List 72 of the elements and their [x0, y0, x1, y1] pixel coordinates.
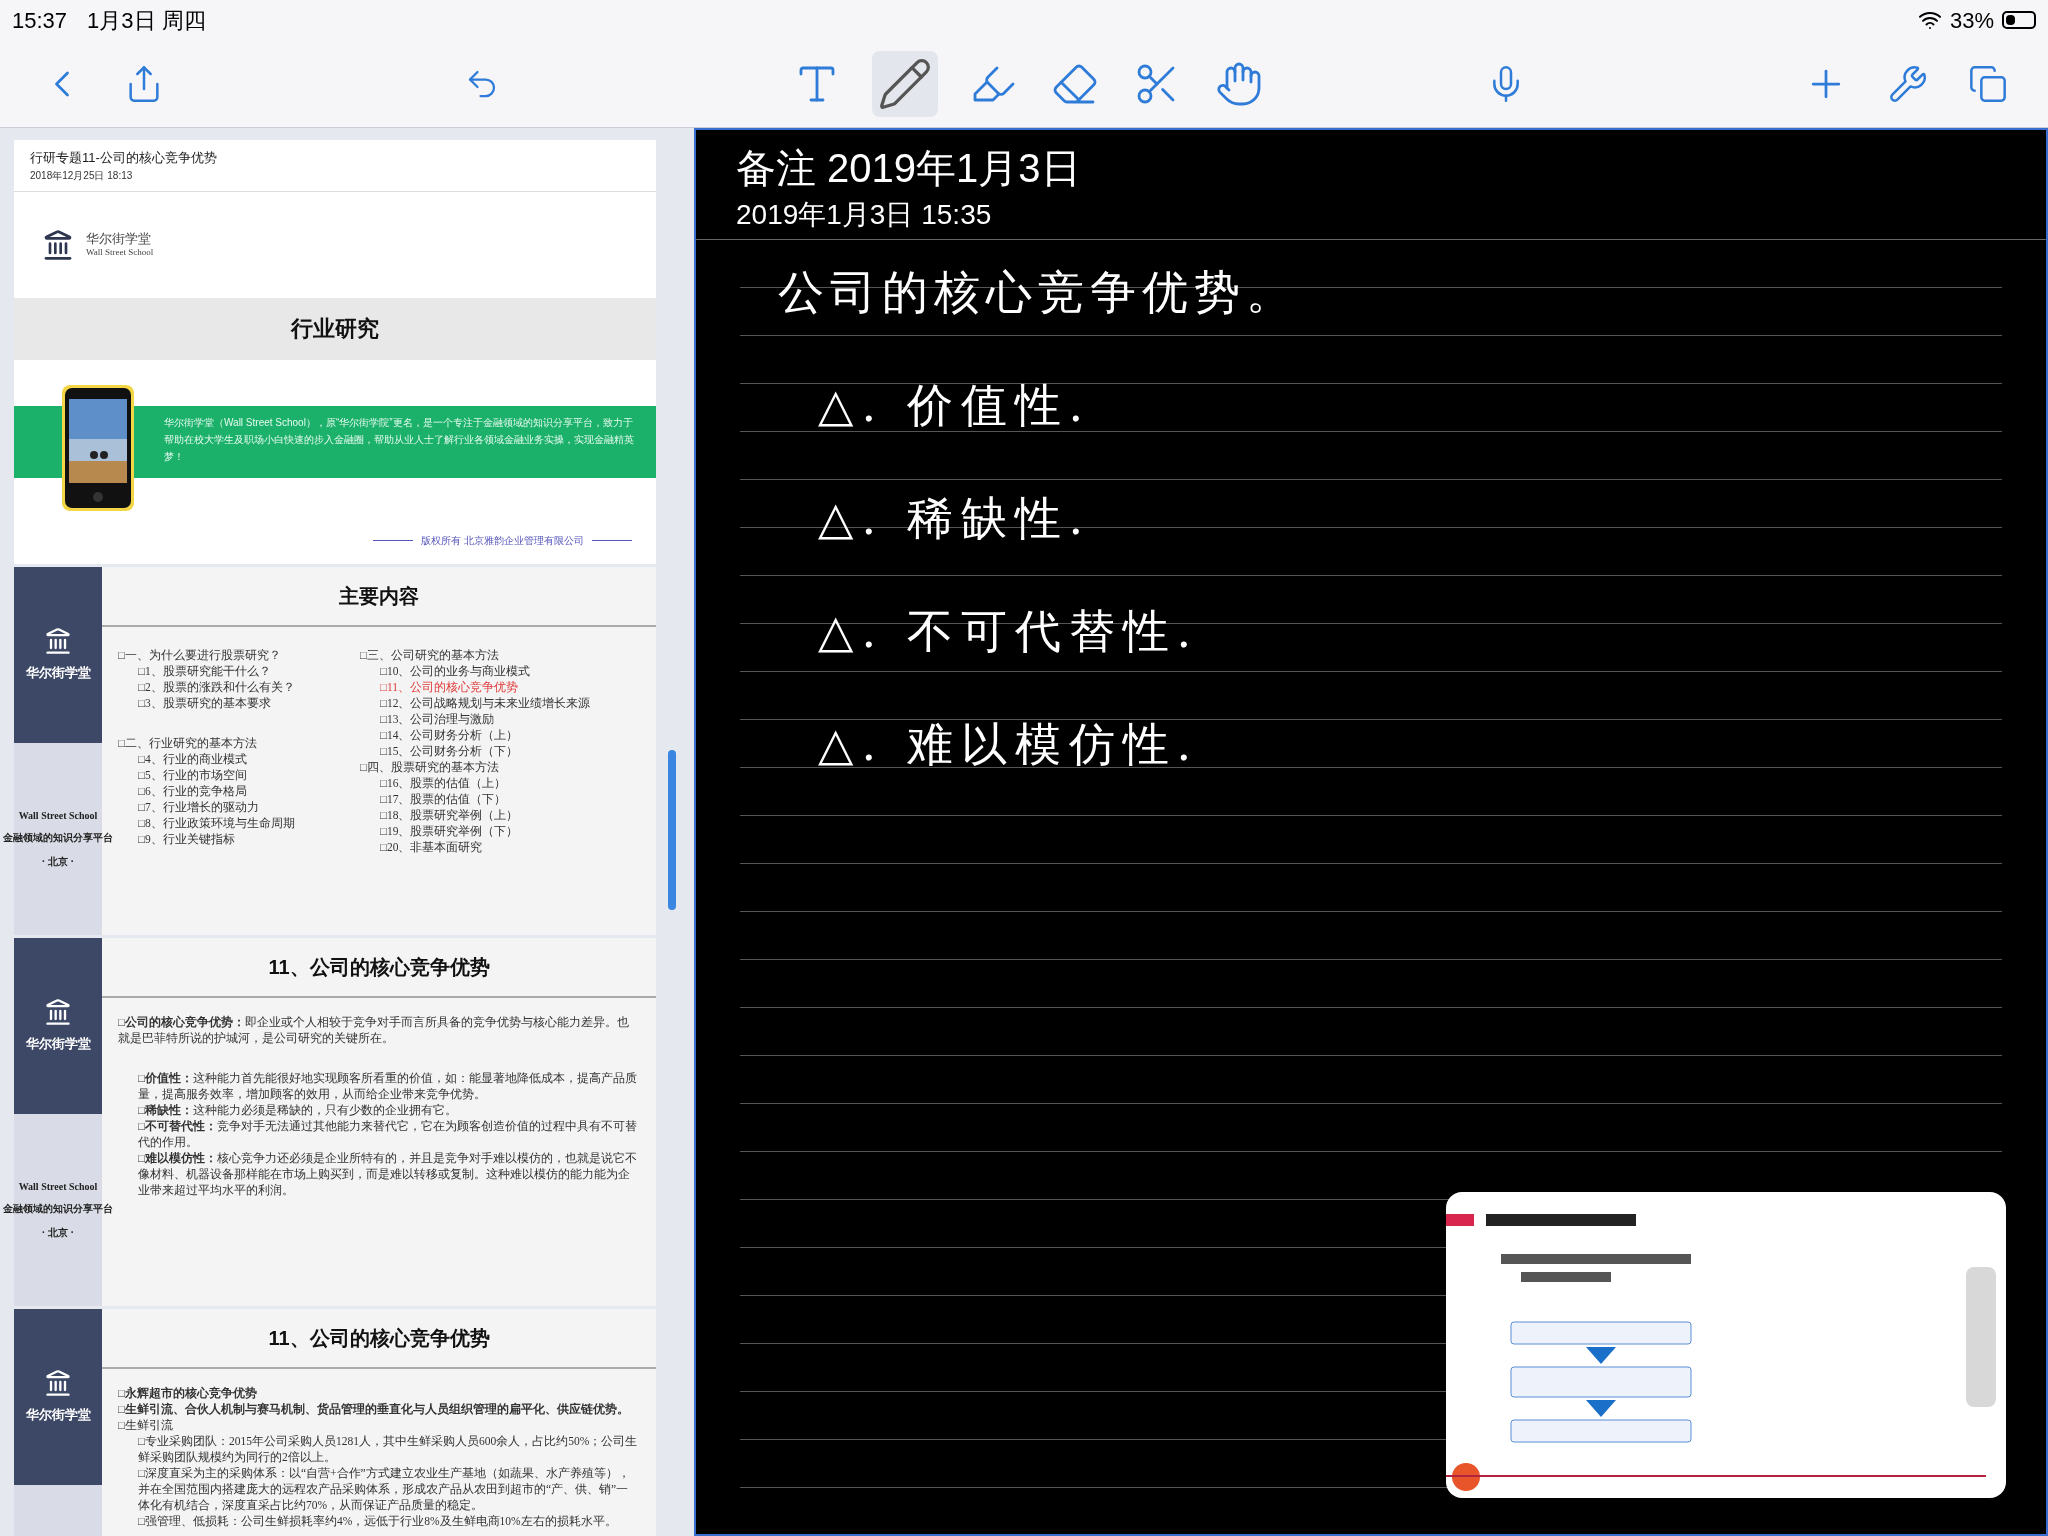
slide-paragraph: □不可替代性：竞争对手无法通过其他能力来替代它，它在为顾客创造价值的过程中具有不可替代的作用。: [137, 1118, 638, 1150]
slide-paragraph: □强管理、低损耗：公司生鲜损耗率约4%，远低于行业8%及生鲜电商10%左右的损耗水平。: [137, 1513, 618, 1529]
contents-item: □12、公司战略规划与未来业绩增长来源: [379, 695, 592, 711]
contents-item: □13、公司治理与激励: [379, 711, 496, 727]
school-english-name: Wall Street School: [18, 1180, 98, 1195]
slide-paragraph: □价值性：这种能力首先能很好地实现顾客所看重的价值，如：能显著地降低成本，提高产品质量，提高服务效率，增加顾客的效用，从而给企业带来竞争优势。: [137, 1070, 638, 1102]
slide-heading: 11、公司的核心竞争优势: [102, 937, 656, 998]
contents-item: □20、非基本面研究: [379, 839, 484, 855]
city: · 北京 ·: [41, 854, 75, 869]
contents-item: □9、行业关键指标: [137, 831, 236, 847]
slide-paragraph: □稀缺性：这种能力必须是稀缺的，只有少数的企业拥有它。: [137, 1102, 458, 1118]
contents-item: □11、公司的核心竞争优势: [379, 679, 520, 695]
copyright-text: 版权所有 北京雅韵企业管理有限公司: [421, 533, 584, 548]
building-icon: [44, 997, 72, 1026]
school-name: 华尔街学堂: [25, 1034, 91, 1053]
contents-item: □7、行业增长的驱动力: [137, 799, 260, 815]
building-icon: [44, 1368, 72, 1397]
slide-heading: 11、公司的核心竞争优势: [102, 1308, 656, 1369]
contents-item: □4、行业的商业模式: [137, 751, 248, 767]
pencil-tool[interactable]: [872, 50, 938, 117]
contents-section: □三、公司研究的基本方法: [360, 646, 640, 663]
slide-paragraph: □永辉超市的核心竞争优势: [118, 1385, 258, 1401]
building-icon: [42, 228, 74, 261]
slide-paragraph: □专业采购团队：2015年公司采购人员1281人，其中生鲜采购人员600余人，占比约50%；公司生鲜采购团队规模约为同行的2倍以上。: [137, 1433, 639, 1465]
contents-section: □二、行业研究的基本方法: [118, 734, 348, 751]
contents-section: □四、股票研究的基本方法: [360, 758, 640, 775]
document-date: 2018年12月25日 18:13: [30, 168, 134, 183]
contents-item: □10、公司的业务与商业模式: [379, 663, 532, 679]
handwritten-item: △. 价值性.: [817, 377, 1093, 434]
contents-item: □14、公司财务分析（上）: [379, 727, 520, 743]
contents-item: □15、公司财务分析（下）: [379, 743, 520, 759]
slide-paragraph: □公司的核心竞争优势：即企业或个人相较于竞争对手而言所具备的竞争优势与核心能力差异。也就是巴菲特所说的护城河，是公司研究的关键所在。: [118, 1014, 630, 1046]
tagline: 金融领域的知识分享平台: [3, 831, 113, 846]
handwritten-item: △. 难以模仿性.: [817, 716, 1201, 773]
contents-item: □17、股票的估值（下）: [379, 791, 508, 807]
scrollbar[interactable]: [668, 750, 676, 910]
slide-paragraph: □生鲜引流: [118, 1417, 174, 1433]
slide-heading: 主要内容: [102, 566, 656, 627]
contents-item: □8、行业政策环境与生命周期: [137, 815, 296, 831]
note-title: 备注 2019年1月3日: [736, 145, 1082, 192]
school-english-name: Wall Street School: [18, 809, 98, 824]
battery-percent: 33%: [1949, 6, 1994, 35]
handwritten-item: △. 稀缺性.: [817, 490, 1093, 547]
document-title: 行研专题11-公司的核心竞争优势: [30, 149, 218, 167]
tagline: 金融领域的知识分享平台: [3, 1202, 113, 1217]
battery-icon: [2002, 11, 2036, 29]
city: · 北京 ·: [41, 1225, 75, 1240]
slide-paragraph: □深度直采为主的采购体系：以“自营+合作”方式建立农业生产基地（如蔬果、水产养殖等），并在全国范围内搭建庞大的远程农产品采购体系，形成农产品从农田到超市的“产、供、销”一体化有机结合，深度直采占比约70%，从而保证产品质量的稳定。: [137, 1465, 631, 1513]
handwritten-heading: 公司的核心竞争优势。: [777, 264, 1299, 321]
contents-item: □3、股票研究的基本要求: [137, 695, 272, 711]
school-name: 华尔街学堂: [25, 663, 91, 682]
contents-item: □16、股票的估值（上）: [379, 775, 508, 791]
handwritten-item: △. 不可代替性.: [817, 603, 1201, 660]
contents-item: □5、行业的市场空间: [137, 767, 248, 783]
contents-item: □2、股票的涨跌和什么有关？: [137, 679, 296, 695]
wrench-icon: [1888, 63, 1928, 104]
contents-section: □一、为什么要进行股票研究？: [118, 646, 348, 663]
contents-item: □6、行业的竞争格局: [137, 783, 248, 799]
logo-chinese: 华尔街学堂: [86, 230, 152, 247]
clock: 15:37: [12, 6, 68, 35]
date: 1月3日 周四: [87, 6, 206, 35]
pages-icon: [1968, 63, 2008, 104]
heading-band: 行业研究: [14, 297, 656, 360]
slide-paragraph: □生鲜引流、合伙人机制与赛马机制、货品管理的垂直化与人员组织管理的扁平化、供应链优势。: [118, 1401, 630, 1417]
contents-item: □1、股票研究能干什么？: [137, 663, 272, 679]
logo-english: Wall Street School: [86, 247, 154, 259]
contents-item: □19、股票研究举例（下）: [379, 823, 520, 839]
building-icon: [44, 626, 72, 655]
school-name: 华尔街学堂: [25, 1405, 91, 1424]
contents-item: □18、股票研究举例（上）: [379, 807, 520, 823]
note-timestamp: 2019年1月3日 15:35: [736, 198, 993, 232]
slide-paragraph: □难以模仿性：核心竞争力还必须是企业所特有的，并且是竞争对手难以模仿的，也就是说它不像材料、机器设备那样能在市场上购买到，而是难以转移或复制。这种难以模仿的能力能为企业带来超过平均水平的利润。: [137, 1150, 638, 1198]
